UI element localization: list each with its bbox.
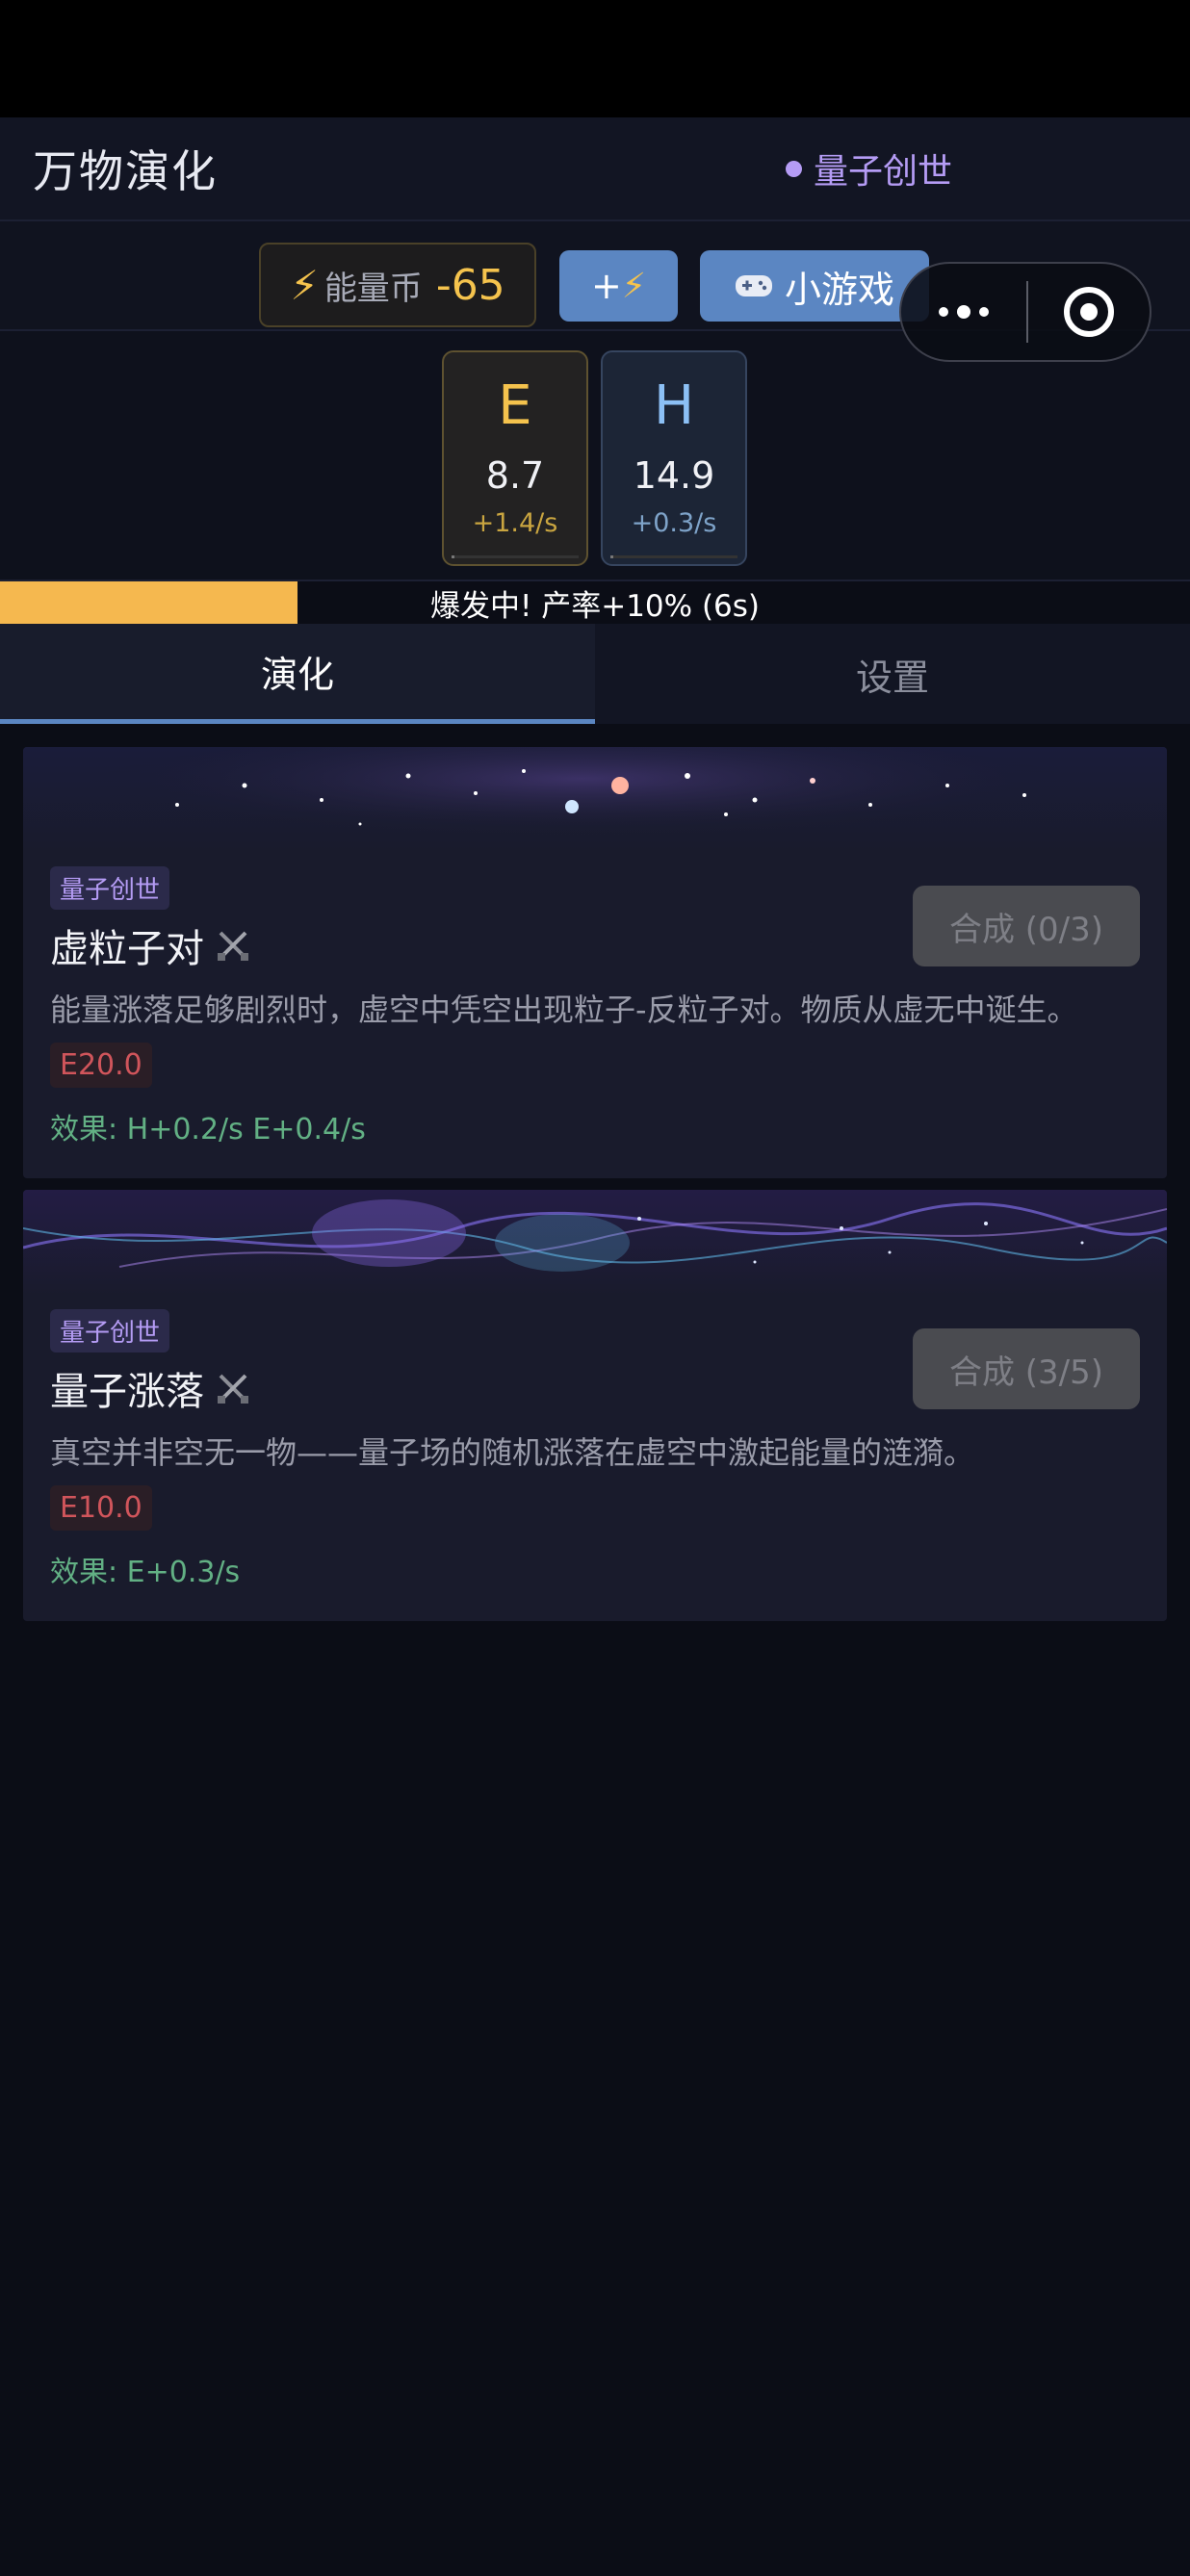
gamepad-icon	[735, 275, 772, 296]
coin-value: -65	[435, 260, 505, 310]
resource-rate: +1.4/s	[472, 508, 558, 538]
evolution-card: 量子创世 虚粒子对 能量涨落足够剧烈时，虚空中凭空出现粒子-反粒子对。物质从虚无…	[23, 747, 1167, 1178]
cost-badge: E20.0	[50, 1043, 152, 1088]
evolution-list: 量子创世 虚粒子对 能量涨落足够剧烈时，虚空中凭空出现粒子-反粒子对。物质从虚无…	[0, 724, 1190, 1621]
card-title-text: 虚粒子对	[50, 927, 204, 971]
buy-energy-button[interactable]: + ⚡	[559, 250, 678, 322]
card-body: 量子创世 量子涨落 真空并非空无一物——量子场的随机涨落在虚空中激起能量的涟漪。…	[23, 1296, 1167, 1621]
era-dot-icon	[786, 160, 802, 177]
minigame-label: 小游戏	[784, 268, 894, 311]
cost-badge: E10.0	[50, 1485, 152, 1531]
minigame-button[interactable]: 小游戏	[700, 250, 929, 322]
burst-status-text: 爆发中! 产率+10% (6s)	[429, 588, 761, 624]
effect-text: 效果: H+0.2/s E+0.4/s	[50, 1113, 366, 1146]
lightning-icon: ⚡	[621, 266, 647, 306]
card-banner-image	[23, 1190, 1167, 1296]
synthesize-button[interactable]: 合成 (3/5)	[913, 1328, 1140, 1409]
tab-settings[interactable]: 设置	[595, 624, 1190, 724]
app-header: 万物演化 量子创世	[0, 117, 1190, 221]
resource-rate: +0.3/s	[631, 508, 717, 538]
crossed-swords-icon	[218, 931, 248, 961]
era-tag: 量子创世	[50, 1309, 170, 1352]
resource-panel: E 8.7 +1.4/s H 14.9 +0.3/s	[0, 331, 1190, 580]
resource-bar	[452, 555, 579, 558]
evolution-card: 量子创世 量子涨落 真空并非空无一物——量子场的随机涨落在虚空中激起能量的涟漪。…	[23, 1190, 1167, 1621]
era-label: 量子创世	[814, 152, 953, 192]
tab-bar: 演化 设置	[0, 624, 1190, 724]
energy-coin-display: ⚡ 能量币 -65	[259, 243, 536, 327]
burst-progress-bar: 爆发中! 产率+10% (6s)	[0, 580, 1190, 624]
card-title-text: 量子涨落	[50, 1370, 204, 1414]
miniprogram-capsule	[899, 262, 1151, 362]
more-menu-icon[interactable]	[901, 264, 1026, 360]
tab-evolution[interactable]: 演化	[0, 624, 595, 724]
era-indicator: 量子创世	[786, 143, 952, 193]
card-description: 能量涨落足够剧烈时，虚空中凭空出现粒子-反粒子对。物质从虚无中诞生。	[50, 992, 1078, 1028]
synthesize-button[interactable]: 合成 (0/3)	[913, 886, 1140, 966]
app-title: 万物演化	[33, 145, 218, 197]
card-description: 真空并非空无一物——量子场的随机涨落在虚空中激起能量的涟漪。	[50, 1434, 975, 1471]
boost-label: +	[590, 265, 622, 307]
coin-label: 能量币	[323, 269, 423, 308]
era-tag: 量子创世	[50, 866, 170, 910]
resource-bar	[610, 555, 737, 558]
resource-symbol: H	[653, 374, 695, 437]
effect-text: 效果: E+0.3/s	[50, 1556, 241, 1589]
close-miniprogram-icon[interactable]	[1028, 264, 1150, 360]
crossed-swords-icon	[218, 1374, 248, 1404]
resource-amount: 8.7	[485, 454, 545, 497]
lightning-icon: ⚡	[290, 261, 319, 309]
resource-amount: 14.9	[633, 454, 715, 497]
card-body: 量子创世 虚粒子对 能量涨落足够剧烈时，虚空中凭空出现粒子-反粒子对。物质从虚无…	[23, 853, 1167, 1178]
resource-card-h: H 14.9 +0.3/s	[601, 350, 747, 566]
status-bar	[0, 0, 1190, 117]
resource-card-e: E 8.7 +1.4/s	[442, 350, 588, 566]
resource-symbol: E	[498, 374, 532, 437]
card-banner-image	[23, 747, 1167, 853]
